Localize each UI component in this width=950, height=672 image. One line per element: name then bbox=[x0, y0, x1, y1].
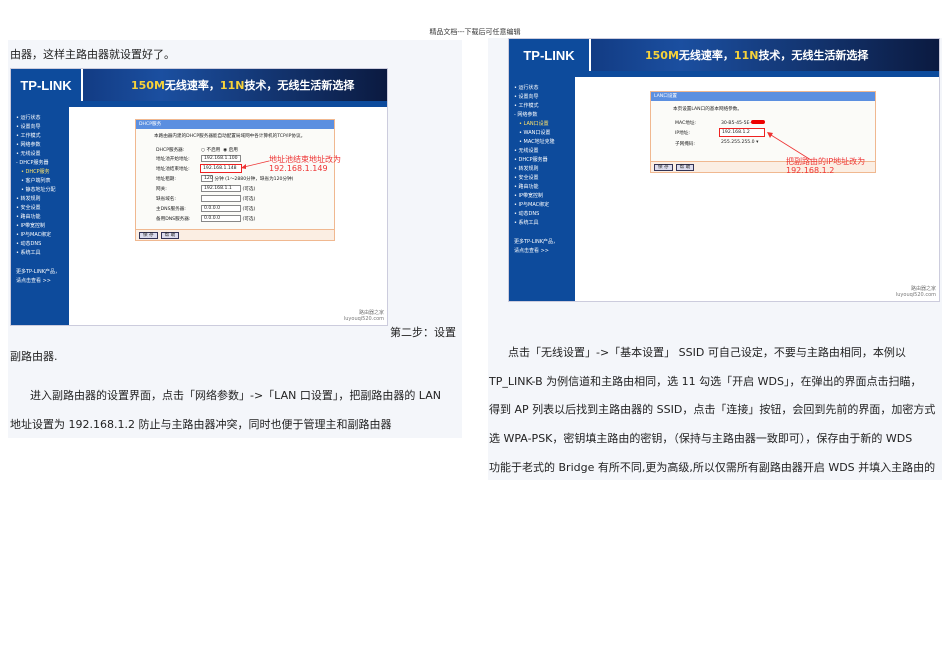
field-label: 子网掩码: bbox=[675, 142, 695, 147]
annotation-arrow-icon bbox=[241, 160, 270, 169]
help-button[interactable]: 帮 助 bbox=[160, 232, 180, 239]
optional-label: (可选) bbox=[242, 217, 256, 222]
submenu-item[interactable]: • 静态地址分配 bbox=[16, 186, 69, 195]
submenu-item[interactable]: • MAC地址克隆 bbox=[514, 138, 575, 147]
field-label: 地址租期: bbox=[156, 177, 176, 182]
lease-hint: 分钟 (1～2880分钟，缺省为120分钟) bbox=[214, 177, 294, 182]
paragraph: 点击「无线设置」->「基本设置」 SSID 可自己设定，不要与主路由相同，本例以 bbox=[508, 346, 906, 359]
menu-item[interactable]: • 网络参数 bbox=[16, 141, 69, 150]
watermark: 路由器之家 luyouqi520.com bbox=[895, 286, 936, 298]
banner-slogan: 150M无线速率，11N技术，无线生活新选择 bbox=[645, 49, 869, 62]
page-header: 精品文档---下载后可任意编辑 bbox=[429, 28, 521, 36]
save-button[interactable]: 保 存 bbox=[654, 164, 673, 171]
menu-item[interactable]: • 路由功能 bbox=[16, 213, 69, 222]
annotation-text: 地址池结束地址改为 192.168.1.149 bbox=[269, 155, 341, 173]
router-sidebar: • 运行状态 • 设置向导 • 工作模式 • 网络参数 • 无线设置 - DHC… bbox=[11, 107, 69, 325]
menu-item[interactable]: • IP带宽控制 bbox=[16, 222, 69, 231]
submenu-item-active[interactable]: • DHCP服务 bbox=[16, 168, 69, 177]
menu-item[interactable]: • 系统工具 bbox=[16, 249, 69, 258]
paragraph: TP_LINK-B 为例信道和主路由相同，选 11 勾选「开启 WDS」，在弹出… bbox=[489, 375, 922, 388]
menu-item[interactable]: • DHCP服务器 bbox=[514, 156, 575, 165]
paragraph: 副路由器. bbox=[10, 350, 58, 363]
dhcp-panel: DHCP服务 本路由器内建的DHCP服务器能自动配置局域网中各计算机的TCP/I… bbox=[135, 119, 335, 241]
annotation-text: 把副路由的IP地址改为 192.168.1.2 bbox=[786, 157, 866, 175]
mac-address-value: 30-B5-45-5E- bbox=[721, 120, 766, 126]
field-label: 地址池结束地址: bbox=[156, 167, 190, 172]
end-address-input[interactable]: 192.168.1.148 bbox=[200, 164, 242, 173]
menu-item[interactable]: • 无线设置 bbox=[514, 147, 575, 156]
dhcp-screenshot: TP-LINK 150M无线速率，11N技术，无线生活新选择 • 运行状态 • … bbox=[10, 68, 388, 326]
menu-item[interactable]: - DHCP服务器 bbox=[16, 159, 69, 168]
submenu-item-active[interactable]: • LAN口设置 bbox=[514, 120, 575, 129]
tplink-logo: TP-LINK bbox=[509, 39, 591, 71]
menu-item[interactable]: • 设置向导 bbox=[16, 123, 69, 132]
lease-input[interactable]: 120 bbox=[201, 175, 213, 182]
menu-item[interactable]: • IP带宽控制 bbox=[514, 192, 575, 201]
more-products-link[interactable]: 请点击查看 >> bbox=[514, 247, 575, 256]
panel-title: LAN口设置 bbox=[651, 92, 875, 101]
subnet-mask-select[interactable]: 255.255.255.0 ▾ bbox=[721, 140, 758, 145]
field-label: DHCP服务器: bbox=[156, 148, 185, 153]
menu-item[interactable]: • 运行状态 bbox=[514, 84, 575, 93]
menu-item[interactable]: • 转发规则 bbox=[514, 165, 575, 174]
start-address-input[interactable]: 192.168.1.100 bbox=[201, 155, 241, 162]
paragraph: 进入副路由器的设置界面，点击「网络参数」->「LAN 口设置」，把副路由器的 L… bbox=[30, 389, 441, 402]
paragraph: 由器，这样主路由器就设置好了。 bbox=[10, 48, 175, 61]
more-products-link[interactable]: 请点击查看 >> bbox=[16, 277, 69, 286]
field-label: MAC地址: bbox=[675, 121, 696, 126]
banner-slogan: 150M无线速率，11N技术，无线生活新选择 bbox=[131, 79, 355, 92]
paragraph: 得到 AP 列表以后找到主路由器的 SSID，点击「连接」按钮，会回到先前的界面… bbox=[489, 403, 936, 416]
primary-dns-input[interactable]: 0.0.0.0 bbox=[201, 205, 241, 212]
menu-item[interactable]: • 工作模式 bbox=[16, 132, 69, 141]
field-label: 缺省域名: bbox=[156, 197, 176, 202]
lan-screenshot: TP-LINK 150M无线速率，11N技术，无线生活新选择 • 运行状态 • … bbox=[508, 38, 940, 302]
save-button[interactable]: 保 存 bbox=[139, 232, 158, 239]
field-label: 网关: bbox=[156, 187, 167, 192]
secondary-dns-input[interactable]: 0.0.0.0 bbox=[201, 215, 241, 222]
watermark: 路由器之家 luyouqi520.com bbox=[343, 310, 384, 322]
router-sidebar: • 运行状态 • 设置向导 • 工作模式 - 网络参数 • LAN口设置 • W… bbox=[509, 77, 575, 301]
tplink-logo: TP-LINK bbox=[11, 69, 83, 101]
help-button[interactable]: 帮 助 bbox=[675, 164, 695, 171]
menu-item[interactable]: • 路由功能 bbox=[514, 183, 575, 192]
more-products-link[interactable]: 更多TP-LINK产品， bbox=[16, 268, 69, 277]
menu-item[interactable]: • IP与MAC绑定 bbox=[16, 231, 69, 240]
menu-item[interactable]: • 安全设置 bbox=[514, 174, 575, 183]
panel-description: 本页设置LAN口的基本网络参数。 bbox=[673, 107, 742, 112]
menu-item[interactable]: • 转发规则 bbox=[16, 195, 69, 204]
menu-item[interactable]: • 工作模式 bbox=[514, 102, 575, 111]
menu-item[interactable]: • 系统工具 bbox=[514, 219, 575, 228]
field-label: 地址池开始地址: bbox=[156, 157, 190, 162]
panel-title: DHCP服务 bbox=[136, 120, 334, 129]
paragraph: 地址设置为 192.168.1.2 防止与主路由器冲突，同时也便于管理主和副路由… bbox=[10, 418, 392, 431]
field-label: 备用DNS服务器: bbox=[156, 217, 191, 222]
field-label: IP地址: bbox=[675, 131, 690, 136]
menu-item[interactable]: - 网络参数 bbox=[514, 111, 575, 120]
gateway-input[interactable]: 192.168.1.1 bbox=[201, 185, 241, 192]
step-heading: 第二步：设置 bbox=[390, 326, 456, 339]
optional-label: (可选) bbox=[242, 207, 256, 212]
submenu-item[interactable]: • 客户端列表 bbox=[16, 177, 69, 186]
menu-item[interactable]: • 动态DNS bbox=[514, 210, 575, 219]
optional-label: (可选) bbox=[242, 187, 256, 192]
ip-address-input[interactable]: 192.168.1.2 bbox=[719, 128, 765, 137]
panel-description: 本路由器内建的DHCP服务器能自动配置局域网中各计算机的TCP/IP协议。 bbox=[154, 134, 306, 139]
menu-item[interactable]: • 动态DNS bbox=[16, 240, 69, 249]
domain-input[interactable] bbox=[201, 195, 241, 202]
submenu-item[interactable]: • WAN口设置 bbox=[514, 129, 575, 138]
menu-item[interactable]: • 无线设置 bbox=[16, 150, 69, 159]
optional-label: (可选) bbox=[242, 197, 256, 202]
menu-item[interactable]: • IP与MAC绑定 bbox=[514, 201, 575, 210]
paragraph: 功能于老式的 Bridge 有所不同,更为高级,所以仅需所有副路由器开启 WDS… bbox=[489, 461, 936, 474]
menu-item[interactable]: • 设置向导 bbox=[514, 93, 575, 102]
dhcp-radio-group[interactable]: ○ 不启用 ◉ 启用 bbox=[201, 147, 238, 153]
paragraph: 选 WPA-PSK，密钥填主路由的密钥，（保持与主路由器一致即可），保存由于新的… bbox=[489, 432, 913, 445]
menu-item[interactable]: • 安全设置 bbox=[16, 204, 69, 213]
more-products-link[interactable]: 更多TP-LINK产品， bbox=[514, 238, 575, 247]
menu-item[interactable]: • 运行状态 bbox=[16, 114, 69, 123]
field-label: 主DNS服务器: bbox=[156, 207, 186, 212]
